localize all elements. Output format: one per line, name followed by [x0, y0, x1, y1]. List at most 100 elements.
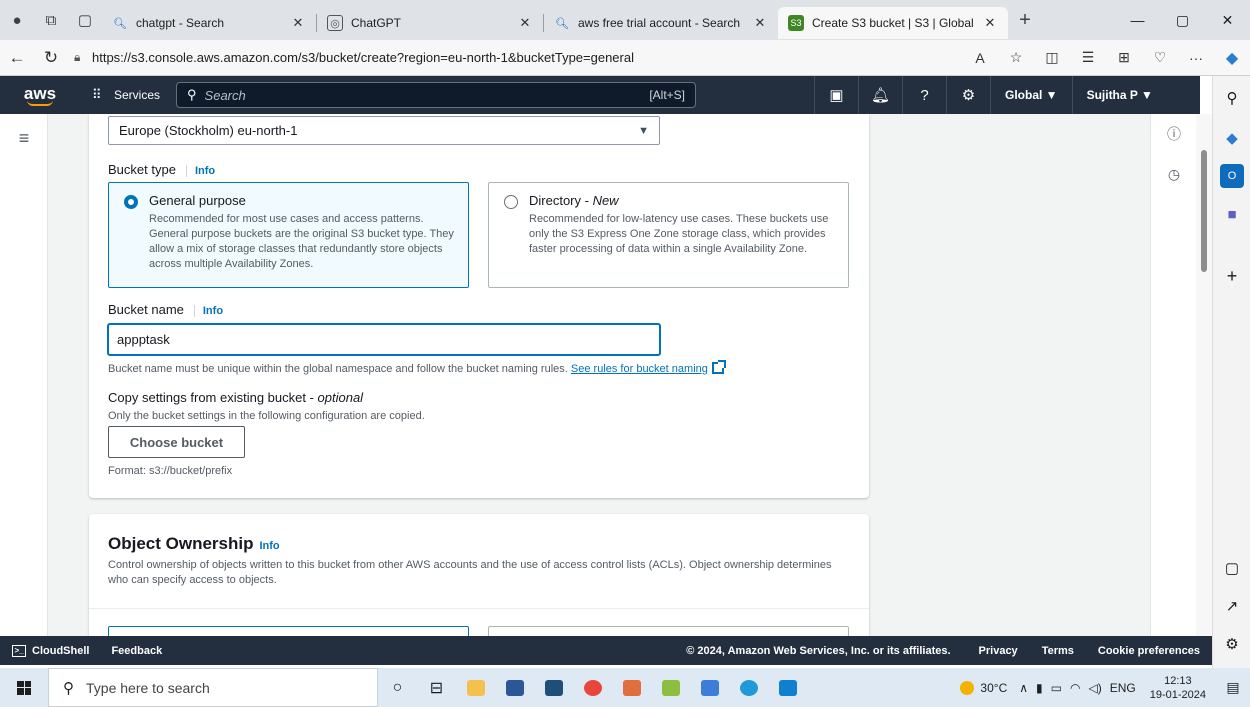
general-purpose-radio[interactable]: [124, 195, 138, 209]
more-menu-icon[interactable]: ···: [1178, 41, 1214, 75]
directory-radio[interactable]: [504, 195, 518, 209]
paint-icon[interactable]: [612, 668, 651, 707]
close-window-button[interactable]: ✕: [1205, 0, 1250, 40]
taskbar-search-input[interactable]: ⚲ Type here to search: [48, 668, 378, 707]
notepad-icon[interactable]: [690, 668, 729, 707]
favorites-icon[interactable]: ☰: [1070, 41, 1106, 75]
close-tab-icon[interactable]: ✕: [517, 15, 533, 31]
weather-widget[interactable]: 30°C: [952, 680, 1015, 695]
battery-icon[interactable]: ▭: [1047, 681, 1066, 695]
cookie-preferences-link[interactable]: Cookie preferences: [1086, 645, 1212, 657]
feedback-link[interactable]: Feedback: [101, 645, 172, 657]
external-link-icon: [711, 360, 726, 374]
hide-sidebar-icon[interactable]: ▢: [1220, 556, 1244, 580]
external-link-icon[interactable]: ↗: [1220, 594, 1244, 618]
vscode-icon[interactable]: [768, 668, 807, 707]
weather-sun-icon: [960, 680, 975, 695]
mail-icon[interactable]: [534, 668, 573, 707]
edge-icon[interactable]: [729, 668, 768, 707]
info-icon[interactable]: ⓘ: [1162, 122, 1186, 146]
file-explorer-icon[interactable]: [456, 668, 495, 707]
workspaces-icon[interactable]: ⧉: [34, 0, 68, 40]
refresh-icon[interactable]: ↻: [34, 41, 68, 75]
shopping-icon[interactable]: ◆: [1220, 126, 1244, 150]
cloudshell-button[interactable]: >_ CloudShell: [0, 636, 101, 665]
restore-button[interactable]: ▢: [1160, 0, 1205, 40]
object-ownership-panel: Object Ownership Info Control ownership o…: [89, 514, 869, 636]
tray-overflow-icon[interactable]: ∧: [1015, 681, 1032, 695]
notification-icon[interactable]: ▤: [1216, 668, 1250, 707]
services-menu-button[interactable]: ⠿ Services: [80, 76, 172, 114]
aws-logo[interactable]: aws: [0, 76, 80, 114]
privacy-link[interactable]: Privacy: [967, 645, 1030, 657]
general-purpose-tile[interactable]: General purpose Recommended for most use…: [108, 182, 469, 288]
browser-tab-aws-search[interactable]: 🔍︎ aws free trial account - Search ✕: [544, 7, 778, 39]
new-tab-button[interactable]: +: [1008, 0, 1042, 40]
browser-tab-chatgpt[interactable]: ◎ ChatGPT ✕: [317, 7, 543, 39]
bucket-name-input[interactable]: [108, 324, 660, 355]
directory-tile[interactable]: Directory - New Recommended for low-late…: [488, 182, 849, 288]
account-menu[interactable]: Sujitha P ▼: [1071, 76, 1167, 114]
read-aloud-icon[interactable]: A: [962, 41, 998, 75]
teams-icon[interactable]: ■: [1220, 202, 1244, 226]
language-indicator[interactable]: ENG: [1106, 681, 1140, 695]
windows-start-button[interactable]: [0, 668, 48, 707]
tab-title: ChatGPT: [351, 16, 402, 30]
bucket-name-label: Bucket name Info: [108, 302, 224, 317]
network-icon[interactable]: ▮: [1032, 681, 1047, 695]
search-icon[interactable]: ⚲: [1220, 86, 1244, 110]
scrollbar-thumb[interactable]: [1201, 150, 1207, 272]
bucket-type-info-link[interactable]: Info: [185, 165, 216, 177]
address-bar: ← ↻ 🔒︎ https://s3.console.aws.amazon.com…: [0, 40, 1250, 76]
divider: [89, 608, 869, 609]
close-tab-icon[interactable]: ✕: [982, 15, 998, 31]
outlook-icon[interactable]: O: [1220, 164, 1244, 188]
split-screen-icon[interactable]: ◫: [1034, 41, 1070, 75]
help-icon[interactable]: ?: [902, 76, 946, 114]
left-nav-rail: ≡: [0, 114, 48, 636]
cortana-icon[interactable]: ○: [378, 668, 417, 707]
object-ownership-info-link[interactable]: Info: [259, 540, 279, 552]
acls-enabled-tile[interactable]: [488, 626, 849, 636]
store-icon[interactable]: [495, 668, 534, 707]
gear-icon[interactable]: ⚙: [946, 76, 990, 114]
volume-icon[interactable]: ◁): [1084, 681, 1105, 695]
choose-bucket-button[interactable]: Choose bucket: [108, 426, 245, 458]
photos-icon[interactable]: [651, 668, 690, 707]
cloudshell-icon[interactable]: ▣: [814, 76, 858, 114]
bucket-name-info-link[interactable]: Info: [193, 305, 224, 317]
tab-actions-icon[interactable]: ▢: [68, 0, 102, 40]
aws-region-select[interactable]: Europe (Stockholm) eu-north-1 ▼: [108, 116, 660, 145]
favorite-star-icon[interactable]: ☆: [998, 41, 1034, 75]
taskbar-search-placeholder: Type here to search: [86, 679, 210, 696]
region-selector[interactable]: Global ▼: [990, 76, 1072, 114]
browser-essentials-icon[interactable]: ♡: [1142, 41, 1178, 75]
terms-link[interactable]: Terms: [1030, 645, 1086, 657]
acls-disabled-tile[interactable]: [108, 626, 469, 636]
close-tab-icon[interactable]: ✕: [752, 15, 768, 31]
back-icon[interactable]: ←: [0, 41, 34, 75]
collections-icon[interactable]: ⊞: [1106, 41, 1142, 75]
hamburger-menu-icon[interactable]: ≡: [12, 126, 36, 150]
browser-tab-create-s3[interactable]: S3 Create S3 bucket | S3 | Global ✕: [778, 7, 1008, 39]
browser-tab-chatgpt-search[interactable]: 🔍︎ chatgpt - Search ✕: [102, 7, 316, 39]
minimize-button[interactable]: —: [1115, 0, 1160, 40]
naming-rules-link[interactable]: See rules for bucket naming: [571, 363, 708, 375]
aws-search-input[interactable]: ⚲ Search [Alt+S]: [176, 82, 697, 108]
add-sidebar-app-icon[interactable]: +: [1220, 264, 1244, 288]
tutorial-icon[interactable]: ◷: [1162, 162, 1186, 186]
bell-icon[interactable]: 🔔︎: [858, 76, 902, 114]
search-icon: ⚲: [187, 87, 197, 102]
sidebar-settings-gear-icon[interactable]: ⚙: [1220, 632, 1244, 656]
copilot-icon[interactable]: ◆: [1214, 41, 1250, 75]
close-tab-icon[interactable]: ✕: [290, 15, 306, 31]
taskbar-clock[interactable]: 12:13 19-01-2024: [1140, 674, 1216, 702]
caret-down-icon: ▼: [638, 124, 649, 137]
profile-icon[interactable]: ●: [0, 0, 34, 40]
url-field[interactable]: 🔒︎ https://s3.console.aws.amazon.com/s3/…: [68, 44, 962, 72]
task-view-icon[interactable]: ⊟: [417, 668, 456, 707]
chrome-icon[interactable]: [573, 668, 612, 707]
windows-taskbar: ⚲ Type here to search ○ ⊟ 30°C ∧ ▮ ▭ ◠ ◁…: [0, 668, 1250, 707]
wifi-icon[interactable]: ◠: [1066, 681, 1084, 695]
s3-icon: S3: [788, 15, 804, 31]
